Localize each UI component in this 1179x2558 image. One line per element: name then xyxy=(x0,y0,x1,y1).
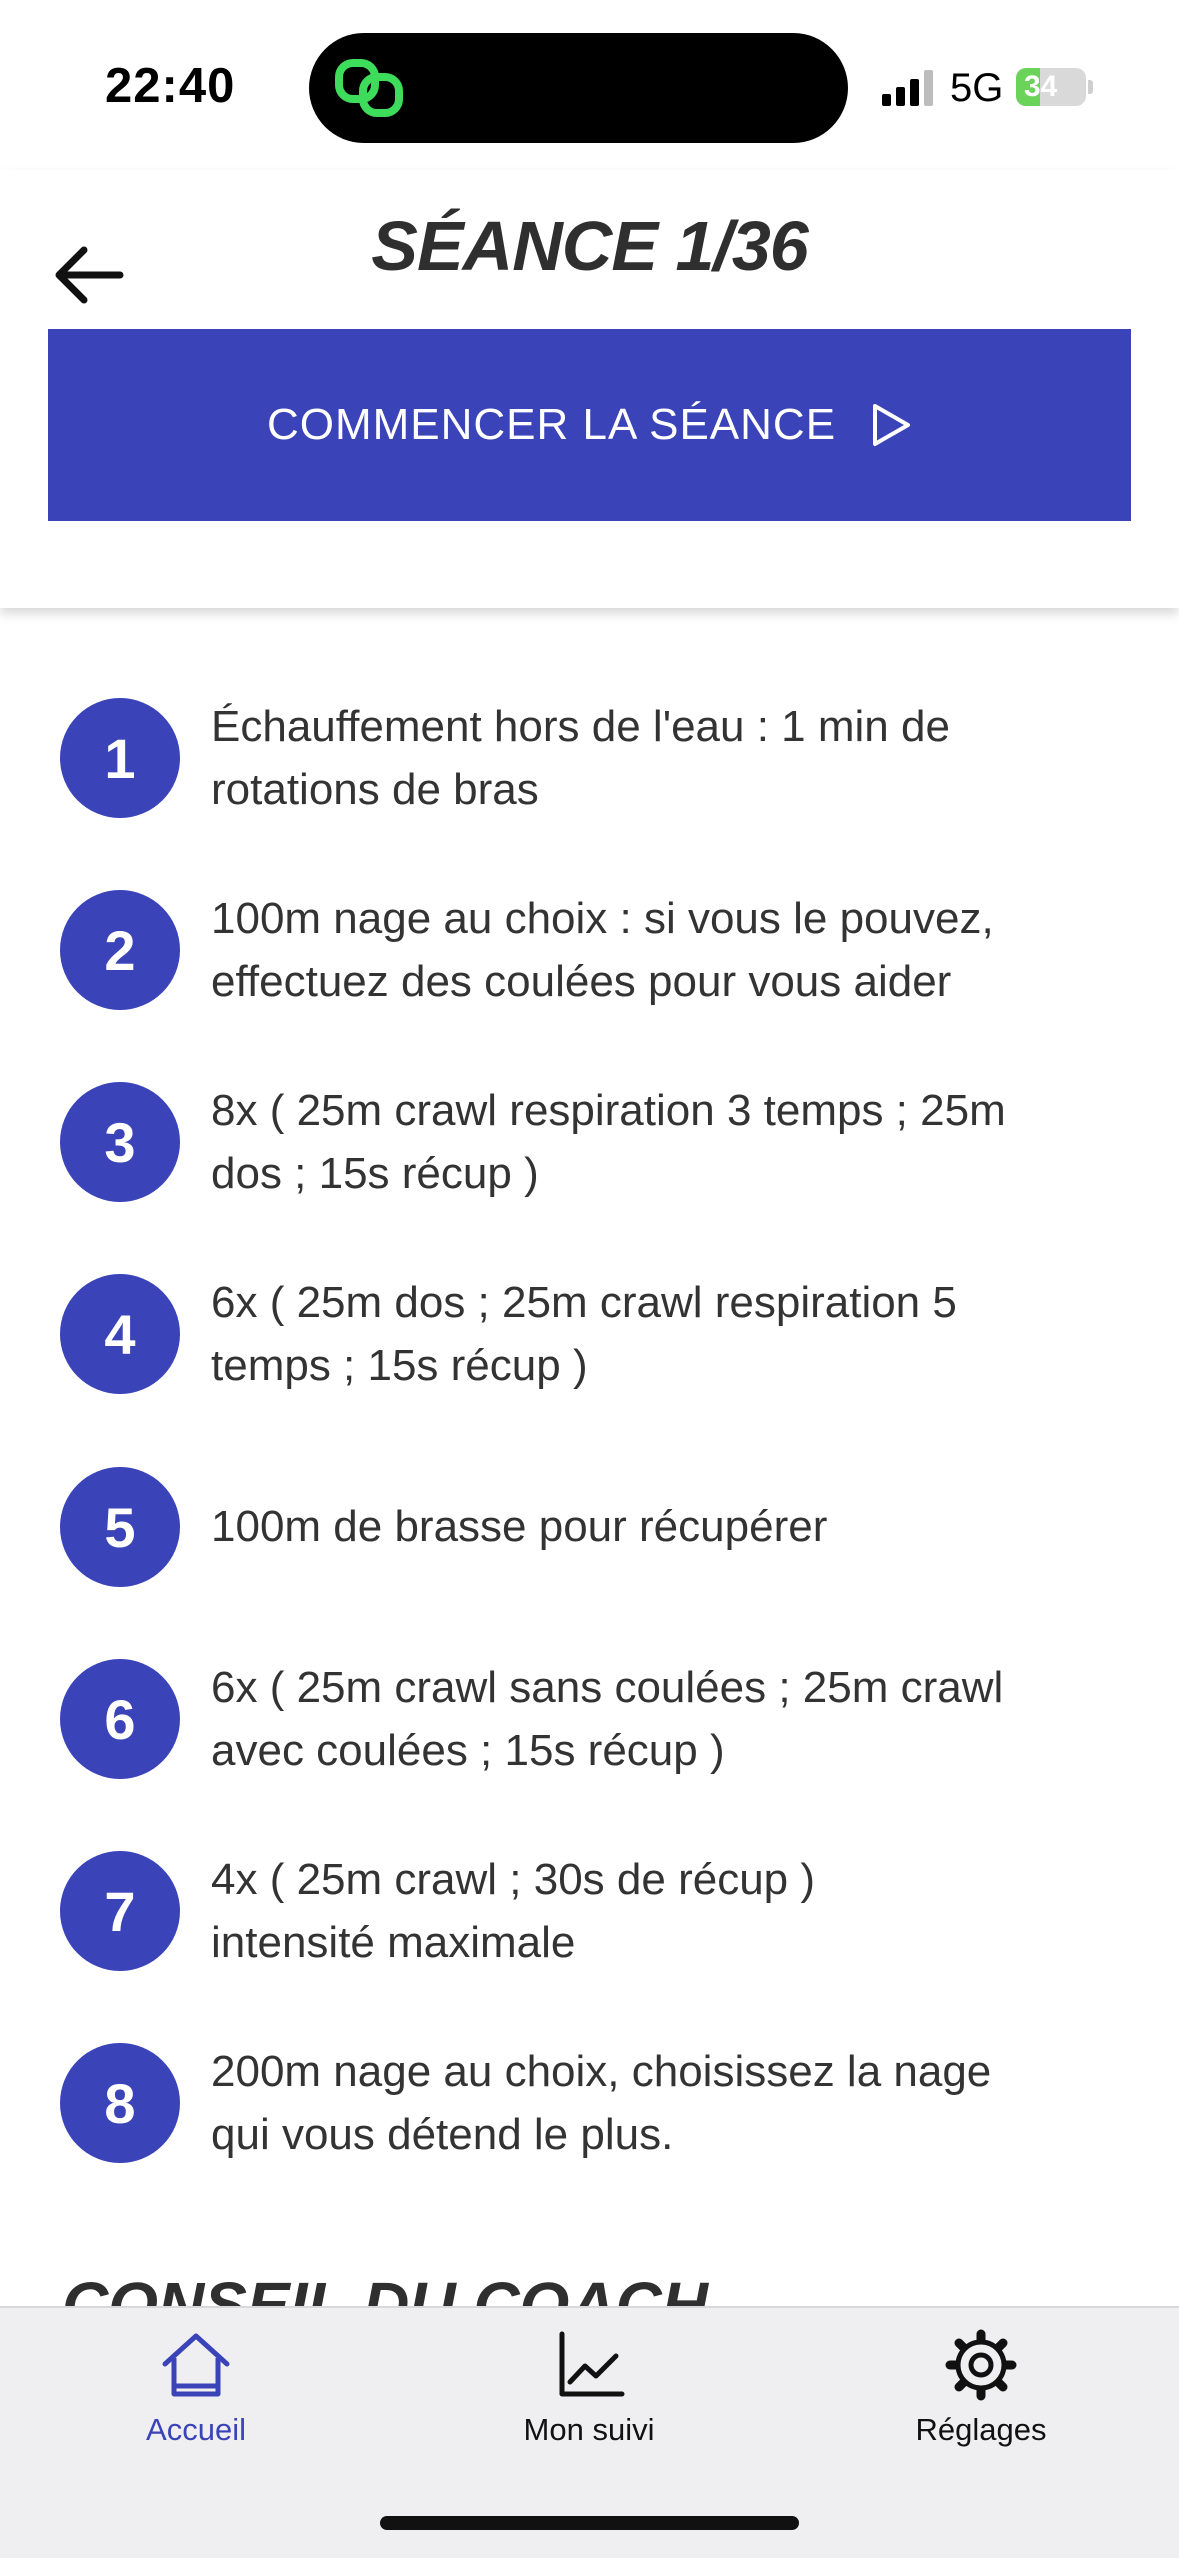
cellular-signal-icon xyxy=(882,70,933,106)
tab-progress-label: Mon suivi xyxy=(523,2412,655,2447)
start-session-button[interactable]: COMMENCER LA SÉANCE xyxy=(48,329,1131,521)
step-number-badge: 3 xyxy=(60,1082,180,1202)
tab-settings-label: Réglages xyxy=(915,2412,1047,2447)
intro-text-partial: l'entraînement. xyxy=(62,608,352,618)
coach-advice-title: CONSEIL DU COACH xyxy=(62,2269,708,2306)
step-number-badge: 2 xyxy=(60,890,180,1010)
tab-progress[interactable]: Mon suivi xyxy=(459,2328,719,2478)
status-bar: 22:40 5G 34 xyxy=(0,0,1179,170)
step-description: Échauffement hors de l'eau : 1 min de rot… xyxy=(211,702,950,814)
step-description: 6x ( 25m dos ; 25m crawl respiration 5 te… xyxy=(211,1278,957,1390)
step-description: 100m nage au choix : si vous le pouvez, e… xyxy=(211,894,994,1006)
session-content[interactable]: l'entraînement. 1 Échauffement hors de l… xyxy=(0,608,1179,2306)
step-number-badge: 8 xyxy=(60,2043,180,2163)
status-time: 22:40 xyxy=(105,59,236,113)
step-description: 100m de brasse pour récupérer xyxy=(211,1502,828,1551)
dynamic-island xyxy=(309,33,848,143)
step-description: 200m nage au choix, choisissez la nage qu… xyxy=(211,2047,992,2159)
home-indicator xyxy=(380,2516,799,2530)
chart-icon xyxy=(559,2331,625,2397)
page-title: SÉANCE 1/36 xyxy=(371,207,808,285)
home-icon xyxy=(162,2333,230,2397)
step-number-badge: 7 xyxy=(60,1851,180,1971)
step-description: 8x ( 25m crawl respiration 3 temps ; 25m… xyxy=(211,1086,1006,1198)
tab-home-label: Accueil xyxy=(146,2412,246,2447)
battery-icon: 34 xyxy=(1016,68,1094,106)
network-type: 5G xyxy=(950,66,1004,110)
session-header: SÉANCE 1/36 COMMENCER LA SÉANCE xyxy=(0,170,1179,608)
gear-icon xyxy=(945,2329,1017,2401)
battery-level: 34 xyxy=(1024,70,1058,103)
step-description: 6x ( 25m crawl sans coulées ; 25m crawl a… xyxy=(211,1663,1004,1775)
play-icon xyxy=(873,404,911,446)
start-session-label: COMMENCER LA SÉANCE xyxy=(266,400,837,449)
step-number-badge: 6 xyxy=(60,1659,180,1779)
step-number-badge: 1 xyxy=(60,698,180,818)
tab-settings[interactable]: Réglages xyxy=(851,2328,1111,2478)
step-number-badge: 4 xyxy=(60,1274,180,1394)
tab-home[interactable]: Accueil xyxy=(66,2328,326,2478)
step-description: 4x ( 25m crawl ; 30s de récup ) intensité… xyxy=(211,1855,816,1967)
step-number-badge: 5 xyxy=(60,1467,180,1587)
link-activity-icon xyxy=(335,59,403,117)
